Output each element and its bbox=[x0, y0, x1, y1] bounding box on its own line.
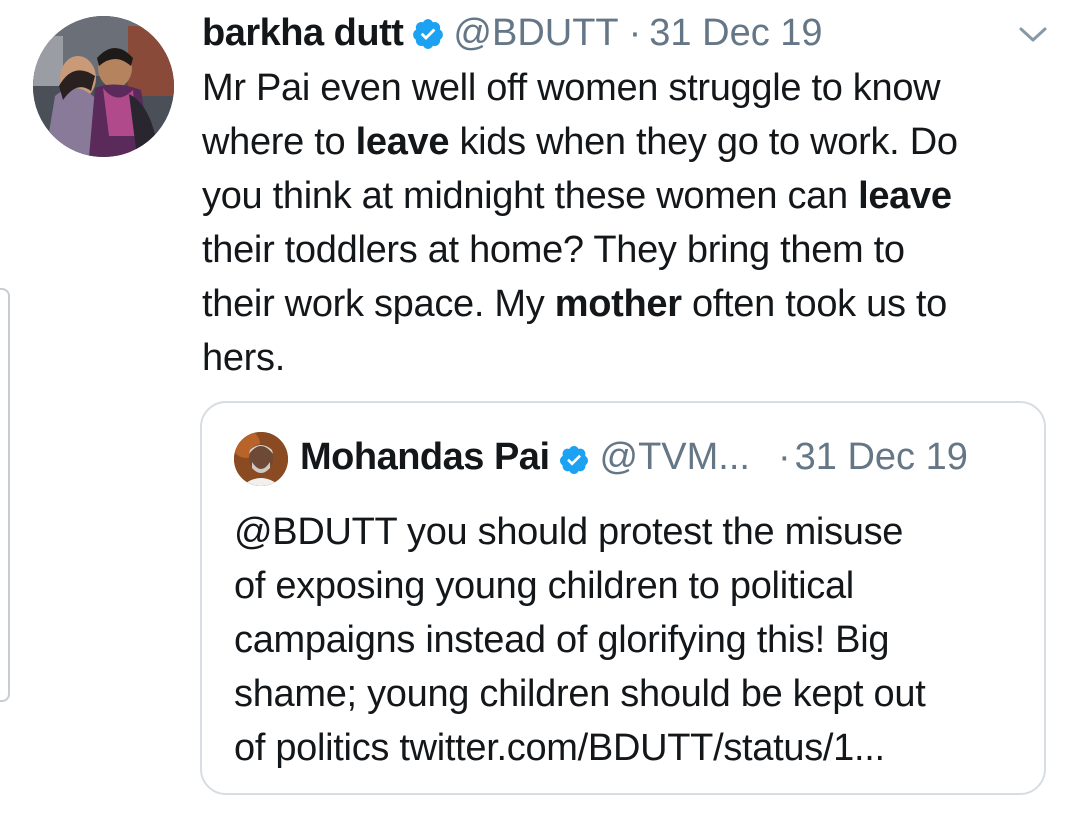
quoted-author-avatar[interactable] bbox=[234, 432, 288, 486]
text-segment: kids when they go to work. Do bbox=[449, 121, 958, 163]
adjacent-panel-edge bbox=[0, 288, 10, 702]
tweet-text-line: their work space. My mother often took u… bbox=[202, 277, 1062, 331]
quoted-author-name[interactable]: Mohandas Pai bbox=[300, 434, 550, 480]
quoted-tweet-header: Mohandas Pai @TVM... · 31 Dec 19 bbox=[300, 434, 968, 480]
author-name[interactable]: barkha dutt bbox=[202, 10, 404, 56]
text-segment: where to bbox=[202, 121, 356, 163]
text-segment: Mr Pai even well off women struggle to k… bbox=[202, 67, 941, 109]
text-segment: their toddlers at home? They bring them … bbox=[202, 229, 905, 271]
tweet-text-line: where to leave kids when they go to work… bbox=[202, 115, 1062, 169]
tweet-text: Mr Pai even well off women struggle to k… bbox=[202, 61, 1062, 385]
tweet-text-line: you think at midnight these women can le… bbox=[202, 169, 1062, 223]
highlighted-word: mother bbox=[554, 283, 682, 325]
quoted-tweet-text: @BDUTT you should protest the misuse of e… bbox=[234, 505, 1034, 775]
author-handle[interactable]: @BDUTT bbox=[453, 10, 618, 56]
verified-badge-icon bbox=[558, 441, 590, 474]
quoted-tweet-text-line: campaigns instead of glorifying this! Bi… bbox=[234, 619, 890, 661]
highlighted-word: leave bbox=[355, 121, 450, 163]
separator-dot: · bbox=[777, 436, 791, 478]
quoted-author-handle[interactable]: @TVM... bbox=[600, 434, 750, 480]
separator-dot: · bbox=[628, 12, 642, 54]
verified-badge-icon bbox=[411, 16, 445, 50]
tweet-header: barkha dutt @BDUTT · 31 Dec 19 bbox=[202, 10, 823, 56]
highlighted-word: leave bbox=[858, 175, 952, 217]
text-segment: you think at midnight these women can bbox=[202, 175, 859, 217]
tweet-text-line: Mr Pai even well off women struggle to k… bbox=[202, 61, 1062, 115]
quoted-tweet-text-line: shame; young children should be kept out bbox=[234, 673, 926, 715]
quoted-tweet-card[interactable]: Mohandas Pai @TVM... · 31 Dec 19 @BDUTT … bbox=[200, 401, 1046, 795]
quoted-tweet-text-line: of politics twitter.com/BDUTT/status/1..… bbox=[234, 727, 885, 769]
quoted-tweet-text-line: of exposing young children to political bbox=[234, 565, 854, 607]
chevron-down-icon[interactable] bbox=[1018, 24, 1048, 46]
text-segment: their work space. My bbox=[202, 283, 555, 325]
text-segment: often took us to bbox=[681, 283, 948, 325]
quoted-tweet-date[interactable]: 31 Dec 19 bbox=[795, 434, 968, 480]
tweet-text-line: hers. bbox=[202, 331, 1062, 385]
tweet-date[interactable]: 31 Dec 19 bbox=[649, 10, 822, 56]
author-avatar[interactable] bbox=[33, 16, 174, 157]
tweet-text-line: their toddlers at home? They bring them … bbox=[202, 223, 1062, 277]
quoted-tweet-text-line: @BDUTT you should protest the misuse bbox=[234, 511, 904, 553]
text-segment: hers. bbox=[202, 337, 285, 379]
